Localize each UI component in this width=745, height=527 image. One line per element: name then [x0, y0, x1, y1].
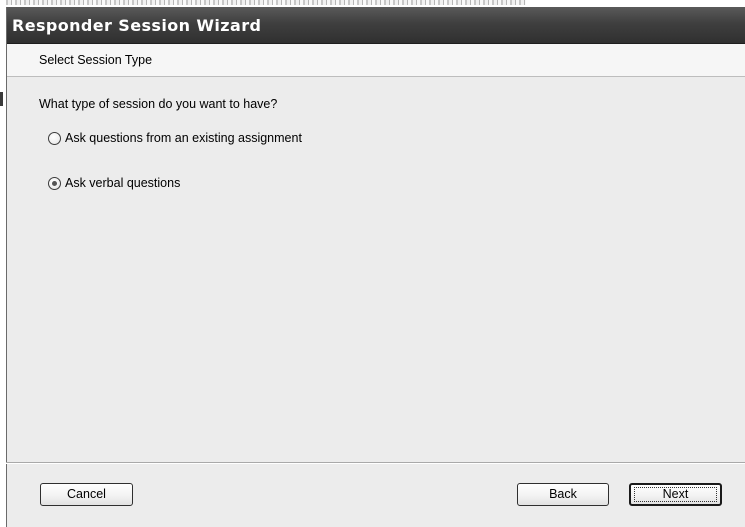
option-label: Ask verbal questions	[65, 176, 181, 190]
question-label: What type of session do you want to have…	[39, 97, 278, 111]
radio-verbal-questions[interactable]	[48, 176, 61, 190]
background-edge-mark	[0, 92, 3, 106]
wizard-content: What type of session do you want to have…	[7, 77, 745, 467]
option-existing-assignment[interactable]: Ask questions from an existing assignmen…	[48, 131, 302, 145]
next-label: Next	[662, 487, 689, 501]
option-verbal-questions[interactable]: Ask verbal questions	[48, 176, 180, 190]
step-title: Select Session Type	[39, 53, 153, 67]
back-button[interactable]: Back	[517, 483, 609, 506]
option-label: Ask questions from an existing assignmen…	[65, 131, 302, 145]
window-title: Responder Session Wizard	[12, 15, 262, 35]
wizard-header: Select Session Type	[7, 44, 745, 77]
background-text-fragment	[6, 0, 526, 5]
footer-divider	[6, 462, 745, 464]
cancel-button[interactable]: Cancel	[40, 483, 133, 506]
title-bar[interactable]: Responder Session Wizard	[7, 7, 745, 44]
radio-existing-assignment[interactable]	[48, 131, 61, 145]
next-button[interactable]: Next	[629, 483, 722, 506]
wizard-window: Responder Session Wizard Select Session …	[6, 7, 745, 527]
radio-selected-dot	[52, 180, 57, 186]
